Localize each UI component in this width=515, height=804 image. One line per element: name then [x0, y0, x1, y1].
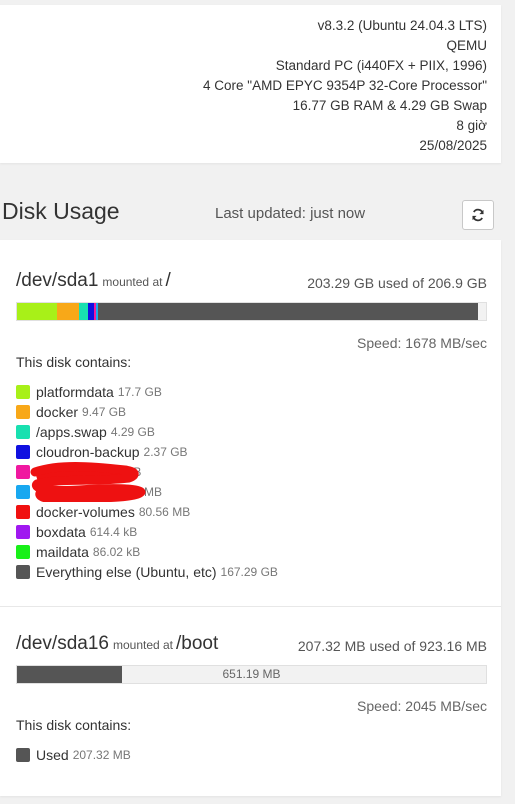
usage-segment — [98, 303, 478, 320]
disk-title: /dev/sda1 mounted at / — [16, 270, 171, 292]
item-size: 614.4 kB — [89, 525, 138, 539]
version-text: v8.3.2 (Ubuntu 24.04.3 LTS) — [317, 18, 487, 33]
system-info-card: v8.3.2 (Ubuntu 24.04.3 LTS) QEMU Standar… — [0, 5, 501, 163]
item-name: docker — [36, 404, 79, 420]
color-swatch — [16, 525, 30, 539]
uptime-text: 8 giờ — [456, 118, 487, 133]
disk-title: /dev/sda16 mounted at/boot — [16, 633, 218, 655]
item-name: maildata — [36, 544, 89, 560]
color-swatch — [16, 445, 30, 459]
free-space-label: 651.19 MB — [222, 667, 281, 681]
usage-segment — [57, 303, 79, 320]
usage-segment — [17, 303, 58, 320]
item-name: cloudron-backup — [36, 444, 140, 460]
color-swatch — [16, 405, 30, 419]
refresh-button[interactable] — [462, 200, 494, 230]
list-item: docker-volumes 80.56 MB — [16, 502, 278, 522]
list-item: boxdata 614.4 kB — [16, 522, 278, 542]
color-swatch — [16, 385, 30, 399]
machine-text: Standard PC (i440FX + PIIX, 1996) — [275, 58, 487, 73]
mount-point: /boot — [176, 633, 219, 654]
usage-segment — [93, 303, 97, 320]
list-item: Everything else (Ubuntu, etc) 167.29 GB — [16, 562, 278, 582]
disk-used-summary: 203.29 GB used of 206.9 GB — [307, 275, 487, 291]
item-name: boxdata — [36, 524, 86, 540]
color-swatch — [16, 505, 30, 519]
color-swatch — [16, 465, 30, 479]
refresh-icon — [472, 208, 484, 222]
device-name: /dev/sda16 — [16, 633, 109, 654]
disk-usage-heading: Disk Usage — [2, 198, 120, 224]
list-item: Used 207.32 MB — [16, 745, 131, 765]
last-updated-text: Last updated: just now — [215, 205, 366, 222]
usage-segment — [78, 303, 89, 320]
item-size: 207.32 MB — [72, 748, 131, 762]
item-size: 17.7 GB — [117, 385, 162, 399]
mounted-at-label: mounted at — [112, 638, 174, 652]
color-swatch — [16, 425, 30, 439]
mounted-at-label: mounted at — [102, 275, 163, 289]
disk-usage-bar — [16, 302, 487, 321]
item-name: platformdata — [36, 384, 114, 400]
color-swatch — [16, 565, 30, 579]
list-item: cloudron-backup 2.37 GB — [16, 442, 278, 462]
item-name: Used — [36, 747, 69, 763]
list-item: maildata 86.02 kB — [16, 542, 278, 562]
item-name: Everything else (Ubuntu, etc) — [36, 564, 217, 580]
system-info-lines: v8.3.2 (Ubuntu 24.04.3 LTS) QEMU Standar… — [203, 16, 487, 156]
disk-sda16: /dev/sda16 mounted at/boot 207.32 MB used… — [0, 606, 501, 763]
disk-contains-label: This disk contains: — [16, 717, 132, 733]
item-size: 167.29 GB — [220, 565, 278, 579]
item-size: 86.02 kB — [92, 545, 141, 559]
disk-usage-bar: 651.19 MB — [16, 665, 487, 684]
list-item: /apps.swap 4.29 GB — [16, 422, 278, 442]
item-size: 2.37 GB — [143, 445, 188, 459]
date-text: 25/08/2025 — [419, 138, 487, 153]
disk-contains-label: This disk contains: — [16, 354, 132, 370]
redaction-scribble — [30, 462, 146, 502]
list-item: platformdata 17.7 GB — [16, 382, 278, 402]
list-item: docker 9.47 GB — [16, 402, 278, 422]
hypervisor-text: QEMU — [446, 38, 488, 53]
disk-speed: Speed: 2045 MB/sec — [357, 698, 487, 714]
color-swatch — [16, 545, 30, 559]
item-size: 4.29 GB — [110, 425, 155, 439]
usage-segment — [88, 303, 94, 320]
item-name: docker-volumes — [36, 504, 135, 520]
disk-contents-list: Used 207.32 MB — [16, 745, 131, 765]
item-size: 9.47 GB — [82, 405, 127, 419]
color-swatch — [16, 485, 30, 499]
disk-list-card: /dev/sda1 mounted at/ 203.29 GB used of 2… — [0, 240, 501, 796]
memory-text: 16.77 GB RAM & 4.29 GB Swap — [292, 98, 487, 113]
item-size: 80.56 MB — [138, 505, 191, 519]
disk-used-summary: 207.32 MB used of 923.16 MB — [297, 638, 487, 654]
device-name: /dev/sda1 — [16, 270, 99, 291]
usage-segment — [96, 303, 99, 320]
disk-speed: Speed: 1678 MB/sec — [357, 335, 487, 351]
cpu-text: 4 Core "AMD EPYC 9354P 32-Core Processor… — [203, 78, 487, 93]
color-swatch — [16, 748, 30, 762]
mount-point: / — [165, 270, 171, 291]
item-name: /apps.swap — [36, 424, 107, 440]
